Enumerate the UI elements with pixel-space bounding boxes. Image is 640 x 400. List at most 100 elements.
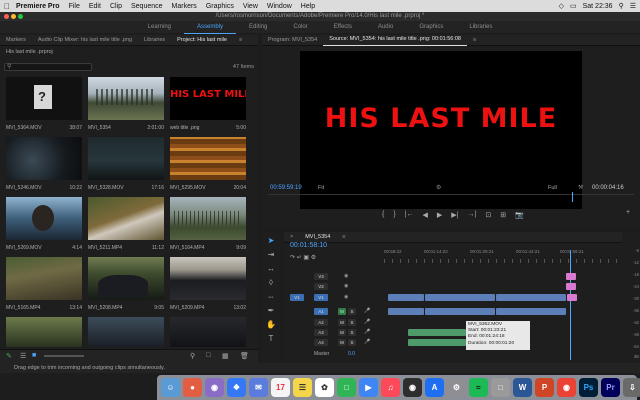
search-icon[interactable]: ⚲	[619, 2, 624, 10]
mail-icon[interactable]: ✉	[249, 378, 268, 397]
menu-help[interactable]: Help	[301, 3, 315, 10]
microphone-icon[interactable]: 🎤	[364, 319, 370, 325]
media-item[interactable]: MVI_5209.MP4 13:02	[170, 257, 246, 311]
zoom-window-icon[interactable]	[18, 14, 23, 19]
menu-sequence[interactable]: Sequence	[131, 3, 163, 10]
menu-app-name[interactable]: Premiere Pro	[16, 3, 60, 10]
pen-tool-icon[interactable]: ✒	[266, 306, 276, 316]
workspace-assembly[interactable]: Assembly	[184, 21, 237, 34]
wifi-icon[interactable]: ◇	[559, 2, 564, 10]
workspace-libraries[interactable]: Libraries	[456, 21, 505, 33]
title-clip[interactable]	[566, 283, 576, 290]
tab-markers[interactable]: Markers	[0, 35, 32, 46]
media-item[interactable]: MVI_5354 2:01:00	[88, 77, 164, 131]
panel-close-icon[interactable]: ×	[284, 232, 299, 243]
title-clip[interactable]	[567, 294, 577, 301]
play-icon[interactable]: ▶	[437, 211, 442, 219]
solo-button[interactable]: S	[348, 319, 356, 326]
zoom-fit-select[interactable]: Fit	[318, 185, 324, 191]
video-clip[interactable]	[388, 294, 424, 301]
menu-window[interactable]: Window	[267, 3, 292, 10]
audio-clip[interactable]	[496, 308, 566, 315]
snap-icon[interactable]: ↷ ↵ ▣ ⚙	[290, 254, 316, 261]
podcasts-icon[interactable]: ◉	[403, 378, 422, 397]
menu-graphics[interactable]: Graphics	[206, 3, 234, 10]
menu-edit[interactable]: Edit	[89, 3, 101, 10]
workspace-effects[interactable]: Effects	[321, 21, 365, 33]
new-bin-icon[interactable]: □	[206, 352, 210, 359]
audio-clip[interactable]	[388, 308, 424, 315]
track-label[interactable]: V1	[314, 294, 328, 301]
microphone-icon[interactable]: 🎤	[364, 339, 370, 345]
tab-audio-clip-mixer[interactable]: Audio Clip Mixer: his last mile title .p…	[32, 35, 138, 46]
photos-icon[interactable]: ✿	[315, 378, 334, 397]
word-icon[interactable]: W	[513, 378, 532, 397]
menu-file[interactable]: File	[69, 3, 80, 10]
minimize-window-icon[interactable]	[11, 14, 16, 19]
numbers-icon[interactable]: □	[337, 378, 356, 397]
media-item[interactable]: MVI_5328.MOV 17:16	[88, 137, 164, 191]
extract-icon[interactable]: ⊞	[500, 211, 506, 219]
playhead-timecode[interactable]: 00:59:59:19	[270, 185, 302, 191]
photoshop-icon[interactable]: Ps	[579, 378, 598, 397]
media-item[interactable]: MVI_5164.MP4 9:09	[170, 197, 246, 251]
selection-tool-icon[interactable]: ➤	[266, 236, 276, 246]
slip-tool-icon[interactable]: ⇔	[266, 292, 276, 302]
media-item[interactable]: ? MVI_5364.MOV 38:07	[6, 77, 82, 131]
premiere-icon[interactable]: Pr	[601, 378, 620, 397]
chrome-icon[interactable]: ◉	[557, 378, 576, 397]
powerpoint-icon[interactable]: P	[535, 378, 554, 397]
mute-button[interactable]: M	[338, 308, 346, 315]
mute-button[interactable]: M	[338, 329, 346, 336]
source-patch[interactable]: V1	[290, 294, 304, 301]
track-label[interactable]: A3	[314, 329, 328, 336]
music-icon[interactable]: ♫	[381, 378, 400, 397]
tab-project[interactable]: Project: His last mile	[171, 35, 233, 46]
media-item[interactable]: MVI_5208.MP4 9:05	[88, 257, 164, 311]
panel-menu-icon[interactable]: ≡	[467, 35, 482, 46]
mute-button[interactable]: M	[338, 319, 346, 326]
launchpad-icon[interactable]: ●	[183, 378, 202, 397]
go-to-in-icon[interactable]: |←	[405, 211, 414, 219]
razor-tool-icon[interactable]: ◊	[266, 278, 276, 288]
spotify-icon[interactable]: ≈	[469, 378, 488, 397]
timeline-timecode[interactable]: 00:01:58:10	[290, 242, 327, 249]
solo-button[interactable]: S	[348, 329, 356, 336]
workspace-editing[interactable]: Editing	[236, 21, 280, 33]
eye-icon[interactable]: ◉	[344, 294, 348, 300]
ripple-edit-tool-icon[interactable]: ↔	[266, 264, 276, 274]
video-clip[interactable]	[425, 294, 495, 301]
pencil-icon[interactable]: ✎	[6, 352, 12, 360]
eye-icon[interactable]: ◉	[344, 273, 348, 279]
settings-icon[interactable]: ⚙	[436, 184, 441, 191]
preview-icon[interactable]: □	[491, 378, 510, 397]
media-item[interactable]: MVI_5295.MOV 20:04	[170, 137, 246, 191]
time-ruler[interactable]	[384, 259, 622, 263]
project-search-input[interactable]: ⚲	[4, 63, 92, 71]
menu-list-icon[interactable]: ☰	[630, 2, 636, 10]
monitor-ruler[interactable]	[268, 192, 634, 202]
media-item[interactable]: MVI_5211.MP4 11:12	[88, 197, 164, 251]
microphone-icon[interactable]: 🎤	[364, 329, 370, 335]
safari-icon[interactable]: ❖	[227, 378, 246, 397]
track-label[interactable]: A4	[314, 339, 328, 346]
wrench-icon[interactable]: ⚒	[578, 184, 583, 191]
tab-sequence[interactable]: MVI_5354	[299, 232, 336, 243]
eye-icon[interactable]: ◉	[344, 283, 348, 289]
add-button-icon[interactable]: +	[626, 209, 630, 216]
mute-button[interactable]: M	[338, 339, 346, 346]
audio-clip[interactable]	[408, 329, 466, 336]
menu-view[interactable]: View	[243, 3, 258, 10]
workspace-audio[interactable]: Audio	[365, 21, 406, 33]
media-item[interactable]: HIS LAST MILE web title .png 5:00	[170, 77, 246, 131]
master-volume[interactable]: 0.0	[348, 351, 355, 357]
solo-button[interactable]: S	[348, 339, 356, 346]
lift-icon[interactable]: ⊡	[485, 211, 491, 219]
calendar-icon[interactable]: 17	[271, 378, 290, 397]
track-label[interactable]: A2	[314, 319, 328, 326]
siri-icon[interactable]: ◉	[205, 378, 224, 397]
camera-icon[interactable]: 📷	[515, 211, 524, 219]
menubar-clock[interactable]: Sat 22:36	[583, 3, 613, 10]
apple-icon[interactable]: 	[4, 2, 10, 11]
title-clip[interactable]	[566, 273, 576, 280]
